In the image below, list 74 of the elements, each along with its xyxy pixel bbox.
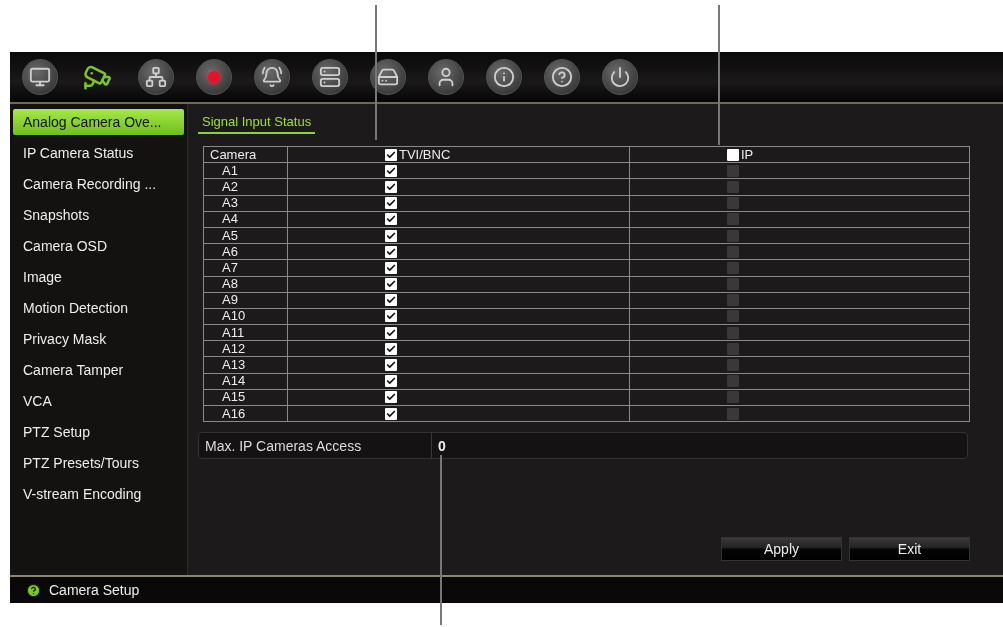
table-cell-text: A14: [221, 373, 246, 389]
toolbar-button[interactable]: [544, 59, 580, 95]
field-value: 0: [437, 436, 446, 456]
sidebar-item[interactable]: Privacy Mask: [13, 326, 184, 352]
table-cell-text: A7: [221, 259, 238, 275]
toolbar-button[interactable]: [138, 59, 174, 95]
checkbox[interactable]: [385, 213, 397, 226]
table-cell-text: A1: [221, 162, 238, 178]
sidebar-item[interactable]: Camera Recording ...: [13, 171, 184, 197]
checkbox[interactable]: [385, 391, 397, 404]
sidebar-item[interactable]: Image: [13, 264, 184, 290]
sidebar-item[interactable]: Motion Detection: [13, 295, 184, 321]
sidebar-item[interactable]: Camera OSD: [13, 233, 184, 259]
checkbox[interactable]: [385, 148, 397, 161]
checkbox[interactable]: [385, 342, 397, 355]
sidebar-item[interactable]: Camera Tamper: [13, 357, 184, 383]
sidebar-item[interactable]: Snapshots: [13, 202, 184, 228]
field-label: Max. IP Cameras Access: [199, 433, 432, 459]
help-icon: [551, 66, 573, 88]
info-icon: [493, 66, 515, 88]
sidebar-item[interactable]: PTZ Presets/Tours: [13, 450, 184, 476]
checkbox[interactable]: [385, 164, 397, 177]
checkbox[interactable]: [385, 326, 397, 339]
help-icon: [26, 582, 41, 598]
checkbox[interactable]: [385, 359, 397, 372]
table-cell-text: A10: [221, 308, 246, 324]
checkbox[interactable]: [385, 229, 397, 242]
bell-icon: [261, 66, 283, 88]
table-cell-text: A9: [221, 292, 238, 308]
table-cell-text: A8: [221, 276, 238, 292]
checkbox[interactable]: [385, 197, 397, 210]
checkbox[interactable]: [385, 180, 397, 193]
sidebar-item[interactable]: V-stream Encoding: [13, 481, 184, 507]
network-icon: [145, 66, 167, 88]
action-button[interactable]: Exit: [849, 537, 970, 561]
table-cell-text: A2: [221, 178, 238, 194]
table-cell-text: A16: [221, 405, 246, 421]
table-cell-text: A15: [221, 389, 246, 405]
column-header: TVI/BNC: [399, 147, 451, 162]
checkbox[interactable]: [727, 148, 739, 161]
column-header: IP: [741, 147, 754, 162]
table-cell-text: A6: [221, 243, 238, 259]
toolbar-button[interactable]: [370, 59, 406, 95]
sidebar-item[interactable]: Analog Camera Ove...: [13, 109, 184, 135]
action-button[interactable]: Apply: [721, 537, 842, 561]
checkbox[interactable]: [385, 310, 397, 323]
record-icon: [208, 71, 220, 83]
toolbar-button[interactable]: [602, 59, 638, 95]
table-cell-text: A5: [221, 227, 238, 243]
table-cell-text: A12: [221, 340, 246, 356]
checkbox[interactable]: [385, 375, 397, 388]
sidebar-item[interactable]: IP Camera Status: [13, 140, 184, 166]
toolbar-button[interactable]: [486, 59, 522, 95]
status-title: Camera Setup: [49, 582, 140, 598]
checkbox[interactable]: [385, 245, 397, 258]
tab[interactable]: Signal Input Status: [198, 110, 316, 134]
column-header: Camera: [209, 146, 257, 162]
monitor-icon: [29, 66, 51, 88]
toolbar-button[interactable]: [312, 59, 348, 95]
toolbar-button[interactable]: [428, 59, 464, 95]
table-cell-text: A11: [221, 324, 245, 340]
table-cell-text: A4: [221, 211, 238, 227]
table-cell-text: A13: [221, 357, 246, 373]
power-icon: [609, 66, 631, 88]
sidebar-item[interactable]: PTZ Setup: [13, 419, 184, 445]
table-cell-text: A3: [221, 195, 238, 211]
sidebar-item[interactable]: VCA: [13, 388, 184, 414]
checkbox[interactable]: [385, 294, 397, 307]
checkbox[interactable]: [385, 278, 397, 291]
device-icon: [319, 66, 341, 88]
checkbox[interactable]: [385, 261, 397, 274]
toolbar-button[interactable]: [254, 59, 290, 95]
checkbox[interactable]: [385, 407, 397, 420]
toolbar-button[interactable]: [22, 59, 58, 95]
